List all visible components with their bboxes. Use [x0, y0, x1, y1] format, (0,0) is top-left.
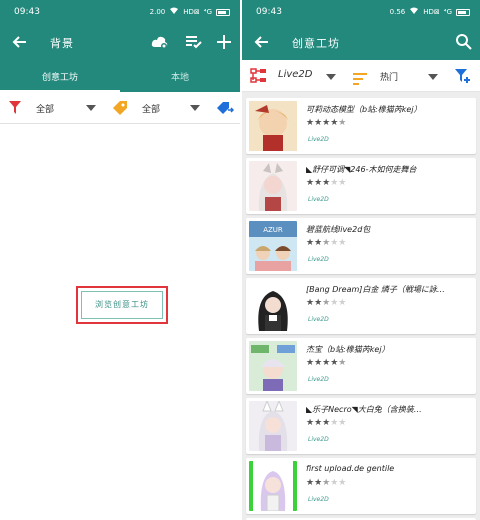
- item-thumbnail: [249, 161, 297, 211]
- rating-stars: ★★★★★: [306, 478, 347, 488]
- net-speed: 2.00: [149, 8, 166, 16]
- net-speed: 0.56: [389, 8, 406, 16]
- rating-stars: ★★★★★: [306, 118, 347, 128]
- page-title: 背景: [50, 37, 74, 50]
- item-tag: Live2D: [308, 256, 329, 263]
- chevron-down-icon[interactable]: [326, 74, 336, 80]
- tag-arrow-icon[interactable]: [216, 100, 235, 120]
- item-title: ◣舒仔可调◥246-木如何走舞台: [306, 165, 417, 174]
- svg-text:AZUR: AZUR: [263, 226, 283, 234]
- tab-local[interactable]: 本地: [120, 60, 240, 92]
- item-thumbnail: [249, 101, 297, 151]
- app-bar: 创意工坊: [242, 24, 480, 60]
- item-thumbnail: [249, 281, 297, 331]
- page-title: 创意工坊: [292, 37, 340, 50]
- list-item[interactable]: first upload.de gentile ★★★★★ Live2D: [246, 458, 476, 514]
- back-arrow-icon[interactable]: [10, 32, 30, 52]
- item-thumbnail: [249, 401, 297, 451]
- cloud-settings-icon[interactable]: [150, 32, 170, 52]
- signal-label-2: ⁴G: [203, 8, 212, 16]
- add-icon[interactable]: [214, 32, 234, 52]
- item-title: 杰宝（b站:橡猫芮kej）: [306, 345, 390, 354]
- filter-icon[interactable]: [8, 100, 22, 120]
- item-thumbnail: AZUR: [249, 221, 297, 271]
- left-screen: 09:43 2.00 HD⊠ ⁴G 背景 创意工坊 本地 全部 全部 浏览创意工…: [0, 0, 240, 520]
- rating-stars: ★★★★★: [306, 358, 347, 368]
- back-arrow-icon[interactable]: [252, 32, 272, 52]
- rating-stars: ★★★★★: [306, 238, 347, 248]
- list-item[interactable]: AZUR 碧蓝航线live2d包 ★★★★★ Live2D: [246, 218, 476, 274]
- list-item[interactable]: ◣乐子Necro◥大白兔（含换装… ★★★★★ Live2D: [246, 398, 476, 454]
- advanced-filter-icon[interactable]: [454, 68, 472, 88]
- item-title: [Bang Dream]白金 燐子（戦場に詠…: [306, 285, 445, 294]
- status-icons: 2.00 HD⊠ ⁴G: [150, 7, 230, 17]
- sort-label[interactable]: 热门: [380, 70, 398, 83]
- sort-check-icon[interactable]: [184, 32, 204, 52]
- item-tag: Live2D: [308, 136, 329, 143]
- status-time: 09:43: [14, 7, 40, 17]
- battery-icon: [216, 8, 230, 16]
- highlight-box: 浏览创意工坊: [76, 286, 168, 324]
- filter-all-label[interactable]: 全部: [36, 102, 54, 115]
- rating-stars: ★★★★★: [306, 178, 347, 188]
- wifi-icon: [169, 7, 179, 17]
- item-thumbnail: [249, 341, 297, 391]
- category-icon[interactable]: [250, 68, 268, 88]
- sort-bar: Live2D 热门: [242, 60, 480, 92]
- search-icon[interactable]: [454, 32, 474, 52]
- status-time: 09:43: [256, 7, 282, 17]
- signal-label-2: ⁴G: [443, 8, 452, 16]
- item-title: 碧蓝航线live2d包: [306, 225, 371, 234]
- app-bar: 背景: [0, 24, 240, 60]
- rating-stars: ★★★★★: [306, 298, 347, 308]
- rating-stars: ★★★★★: [306, 418, 347, 428]
- wifi-icon: [409, 7, 419, 17]
- list-item[interactable]: 杰宝（b站:橡猫芮kej） ★★★★★ Live2D: [246, 338, 476, 394]
- item-tag: Live2D: [308, 436, 329, 443]
- chevron-down-icon[interactable]: [86, 105, 96, 111]
- right-screen: 09:43 0.56 HD⊠ ⁴G 创意工坊 Live2D 热门 可莉动态模型（…: [242, 0, 480, 520]
- tab-workshop[interactable]: 创意工坊: [0, 60, 120, 92]
- item-thumbnail: [249, 461, 297, 511]
- item-tag: Live2D: [308, 376, 329, 383]
- item-tag: Live2D: [308, 496, 329, 503]
- browse-workshop-button[interactable]: 浏览创意工坊: [81, 291, 163, 319]
- chevron-down-icon[interactable]: [190, 105, 200, 111]
- item-title: 可莉动态模型（b站:橡猫芮kej）: [306, 105, 422, 114]
- tab-bar: 创意工坊 本地: [0, 60, 240, 92]
- list-item[interactable]: 可莉动态模型（b站:橡猫芮kej） ★★★★★ Live2D: [246, 98, 476, 154]
- tag-icon[interactable]: [112, 100, 128, 120]
- signal-label: HD⊠: [423, 8, 440, 16]
- item-title: first upload.de gentile: [306, 464, 395, 473]
- item-tag: Live2D: [308, 316, 329, 323]
- status-icons: 0.56 HD⊠ ⁴G: [390, 7, 470, 17]
- chevron-down-icon[interactable]: [428, 74, 438, 80]
- list-item[interactable]: ◣舒仔可调◥246-木如何走舞台 ★★★★★ Live2D: [246, 158, 476, 214]
- signal-label: HD⊠: [183, 8, 200, 16]
- status-bar: 09:43 2.00 HD⊠ ⁴G: [0, 0, 240, 24]
- tag-all-label[interactable]: 全部: [142, 102, 160, 115]
- sort-icon[interactable]: [352, 70, 368, 89]
- list-item[interactable]: [Bang Dream]白金 燐子（戦場に詠… ★★★★★ Live2D: [246, 278, 476, 334]
- item-tag: Live2D: [308, 196, 329, 203]
- filter-bar: 全部 全部: [0, 92, 240, 124]
- battery-icon: [456, 8, 470, 16]
- category-label[interactable]: Live2D: [278, 69, 312, 80]
- item-title: ◣乐子Necro◥大白兔（含换装…: [306, 405, 422, 414]
- status-bar: 09:43 0.56 HD⊠ ⁴G: [242, 0, 480, 24]
